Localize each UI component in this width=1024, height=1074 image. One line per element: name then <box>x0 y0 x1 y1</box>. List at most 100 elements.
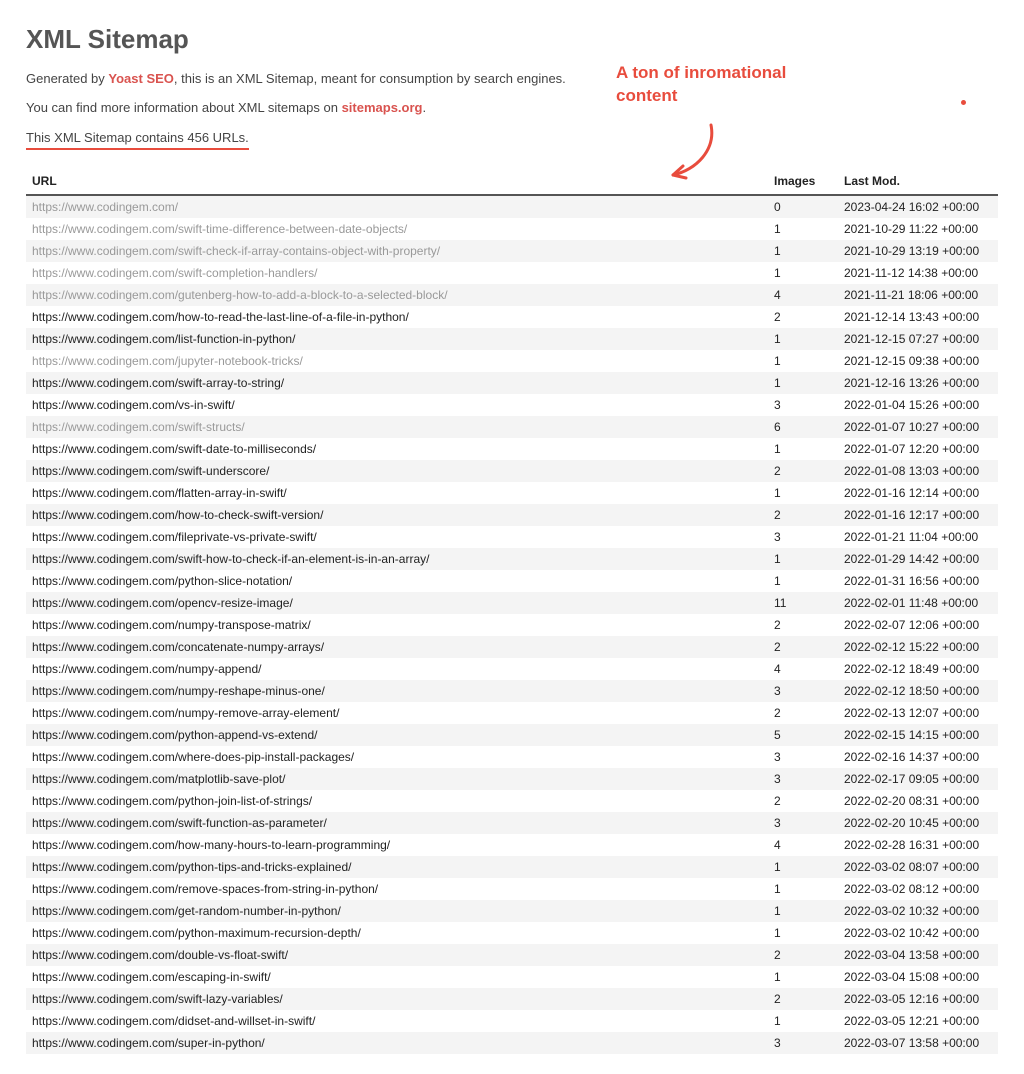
url-link[interactable]: https://www.codingem.com/swift-lazy-vari… <box>32 992 283 1006</box>
cell-images: 2 <box>768 790 838 812</box>
annotation-line1: A ton of inromational <box>616 62 876 85</box>
url-link[interactable]: https://www.codingem.com/numpy-remove-ar… <box>32 706 339 720</box>
url-link[interactable]: https://www.codingem.com/python-append-v… <box>32 728 317 742</box>
table-row: https://www.codingem.com/numpy-reshape-m… <box>26 680 998 702</box>
cell-lastmod: 2022-03-02 10:42 +00:00 <box>838 922 998 944</box>
cell-images: 11 <box>768 592 838 614</box>
url-link[interactable]: https://www.codingem.com/numpy-transpose… <box>32 618 311 632</box>
cell-images: 5 <box>768 724 838 746</box>
url-link[interactable]: https://www.codingem.com/swift-array-to-… <box>32 376 284 390</box>
cell-images: 2 <box>768 988 838 1010</box>
url-link[interactable]: https://www.codingem.com/didset-and-will… <box>32 1014 315 1028</box>
url-link[interactable]: https://www.codingem.com/ <box>32 200 178 214</box>
table-row: https://www.codingem.com/fileprivate-vs-… <box>26 526 998 548</box>
table-row: https://www.codingem.com/matplotlib-save… <box>26 768 998 790</box>
url-count-line: This XML Sitemap contains 456 URLs. <box>26 130 249 150</box>
url-link[interactable]: https://www.codingem.com/list-function-i… <box>32 332 295 346</box>
url-link[interactable]: https://www.codingem.com/gutenberg-how-t… <box>32 288 448 302</box>
cell-url: https://www.codingem.com/matplotlib-save… <box>26 768 768 790</box>
url-link[interactable]: https://www.codingem.com/swift-date-to-m… <box>32 442 316 456</box>
url-link[interactable]: https://www.codingem.com/flatten-array-i… <box>32 486 287 500</box>
cell-images: 1 <box>768 328 838 350</box>
url-link[interactable]: https://www.codingem.com/get-random-numb… <box>32 904 341 918</box>
yoast-link[interactable]: Yoast SEO <box>108 71 174 86</box>
url-link[interactable]: https://www.codingem.com/fileprivate-vs-… <box>32 530 317 544</box>
url-link[interactable]: https://www.codingem.com/vs-in-swift/ <box>32 398 235 412</box>
table-row: https://www.codingem.com/where-does-pip-… <box>26 746 998 768</box>
cell-lastmod: 2022-01-08 13:03 +00:00 <box>838 460 998 482</box>
url-link[interactable]: https://www.codingem.com/escaping-in-swi… <box>32 970 271 984</box>
sitemap-table: URL Images Last Mod. https://www.codinge… <box>26 168 998 1054</box>
cell-images: 1 <box>768 548 838 570</box>
url-link[interactable]: https://www.codingem.com/jupyter-noteboo… <box>32 354 303 368</box>
cell-url: https://www.codingem.com/how-many-hours-… <box>26 834 768 856</box>
annotation-dot <box>961 100 966 105</box>
url-link[interactable]: https://www.codingem.com/swift-structs/ <box>32 420 245 434</box>
sitemaps-link[interactable]: sitemaps.org <box>342 100 423 115</box>
url-link[interactable]: https://www.codingem.com/swift-time-diff… <box>32 222 407 236</box>
table-row: https://www.codingem.com/numpy-remove-ar… <box>26 702 998 724</box>
cell-url: https://www.codingem.com/remove-spaces-f… <box>26 878 768 900</box>
url-link[interactable]: https://www.codingem.com/matplotlib-save… <box>32 772 285 786</box>
cell-lastmod: 2022-03-05 12:16 +00:00 <box>838 988 998 1010</box>
cell-url: https://www.codingem.com/how-to-read-the… <box>26 306 768 328</box>
url-link[interactable]: https://www.codingem.com/super-in-python… <box>32 1036 265 1050</box>
cell-url: https://www.codingem.com/python-slice-no… <box>26 570 768 592</box>
cell-images: 1 <box>768 570 838 592</box>
cell-url: https://www.codingem.com/get-random-numb… <box>26 900 768 922</box>
cell-url: https://www.codingem.com/concatenate-num… <box>26 636 768 658</box>
url-link[interactable]: https://www.codingem.com/how-to-read-the… <box>32 310 409 324</box>
url-link[interactable]: https://www.codingem.com/concatenate-num… <box>32 640 324 654</box>
cell-url: https://www.codingem.com/flatten-array-i… <box>26 482 768 504</box>
url-link[interactable]: https://www.codingem.com/how-to-check-sw… <box>32 508 323 522</box>
url-link[interactable]: https://www.codingem.com/swift-underscor… <box>32 464 269 478</box>
table-row: https://www.codingem.com/double-vs-float… <box>26 944 998 966</box>
cell-images: 2 <box>768 702 838 724</box>
cell-images: 2 <box>768 504 838 526</box>
cell-url: https://www.codingem.com/numpy-transpose… <box>26 614 768 636</box>
url-link[interactable]: https://www.codingem.com/how-many-hours-… <box>32 838 390 852</box>
cell-lastmod: 2022-01-07 12:20 +00:00 <box>838 438 998 460</box>
cell-url: https://www.codingem.com/swift-completio… <box>26 262 768 284</box>
cell-lastmod: 2022-03-05 12:21 +00:00 <box>838 1010 998 1032</box>
cell-url: https://www.codingem.com/how-to-check-sw… <box>26 504 768 526</box>
url-link[interactable]: https://www.codingem.com/python-tips-and… <box>32 860 351 874</box>
cell-lastmod: 2022-01-04 15:26 +00:00 <box>838 394 998 416</box>
url-link[interactable]: https://www.codingem.com/swift-completio… <box>32 266 317 280</box>
url-link[interactable]: https://www.codingem.com/opencv-resize-i… <box>32 596 293 610</box>
table-row: https://www.codingem.com/super-in-python… <box>26 1032 998 1054</box>
cell-lastmod: 2022-02-12 15:22 +00:00 <box>838 636 998 658</box>
table-row: https://www.codingem.com/swift-date-to-m… <box>26 438 998 460</box>
cell-url: https://www.codingem.com/python-append-v… <box>26 724 768 746</box>
url-link[interactable]: https://www.codingem.com/numpy-append/ <box>32 662 261 676</box>
url-link[interactable]: https://www.codingem.com/swift-how-to-ch… <box>32 552 429 566</box>
cell-images: 4 <box>768 658 838 680</box>
url-link[interactable]: https://www.codingem.com/python-join-lis… <box>32 794 312 808</box>
table-row: https://www.codingem.com/swift-array-to-… <box>26 372 998 394</box>
cell-url: https://www.codingem.com/swift-array-to-… <box>26 372 768 394</box>
table-row: https://www.codingem.com/python-slice-no… <box>26 570 998 592</box>
cell-url: https://www.codingem.com/didset-and-will… <box>26 1010 768 1032</box>
col-header-images: Images <box>768 168 838 195</box>
url-link[interactable]: https://www.codingem.com/numpy-reshape-m… <box>32 684 325 698</box>
url-link[interactable]: https://www.codingem.com/double-vs-float… <box>32 948 288 962</box>
cell-lastmod: 2022-03-02 08:12 +00:00 <box>838 878 998 900</box>
url-link[interactable]: https://www.codingem.com/swift-function-… <box>32 816 327 830</box>
url-link[interactable]: https://www.codingem.com/where-does-pip-… <box>32 750 354 764</box>
url-link[interactable]: https://www.codingem.com/remove-spaces-f… <box>32 882 378 896</box>
cell-lastmod: 2022-01-31 16:56 +00:00 <box>838 570 998 592</box>
cell-lastmod: 2021-11-21 18:06 +00:00 <box>838 284 998 306</box>
table-row: https://www.codingem.com/didset-and-will… <box>26 1010 998 1032</box>
cell-lastmod: 2022-02-12 18:49 +00:00 <box>838 658 998 680</box>
url-link[interactable]: https://www.codingem.com/swift-check-if-… <box>32 244 440 258</box>
page-title: XML Sitemap <box>26 24 998 55</box>
table-row: https://www.codingem.com/flatten-array-i… <box>26 482 998 504</box>
url-link[interactable]: https://www.codingem.com/python-maximum-… <box>32 926 361 940</box>
table-row: https://www.codingem.com/get-random-numb… <box>26 900 998 922</box>
table-row: https://www.codingem.com/swift-structs/6… <box>26 416 998 438</box>
cell-url: https://www.codingem.com/numpy-remove-ar… <box>26 702 768 724</box>
table-row: https://www.codingem.com/list-function-i… <box>26 328 998 350</box>
table-row: https://www.codingem.com/how-to-check-sw… <box>26 504 998 526</box>
cell-images: 3 <box>768 812 838 834</box>
url-link[interactable]: https://www.codingem.com/python-slice-no… <box>32 574 292 588</box>
